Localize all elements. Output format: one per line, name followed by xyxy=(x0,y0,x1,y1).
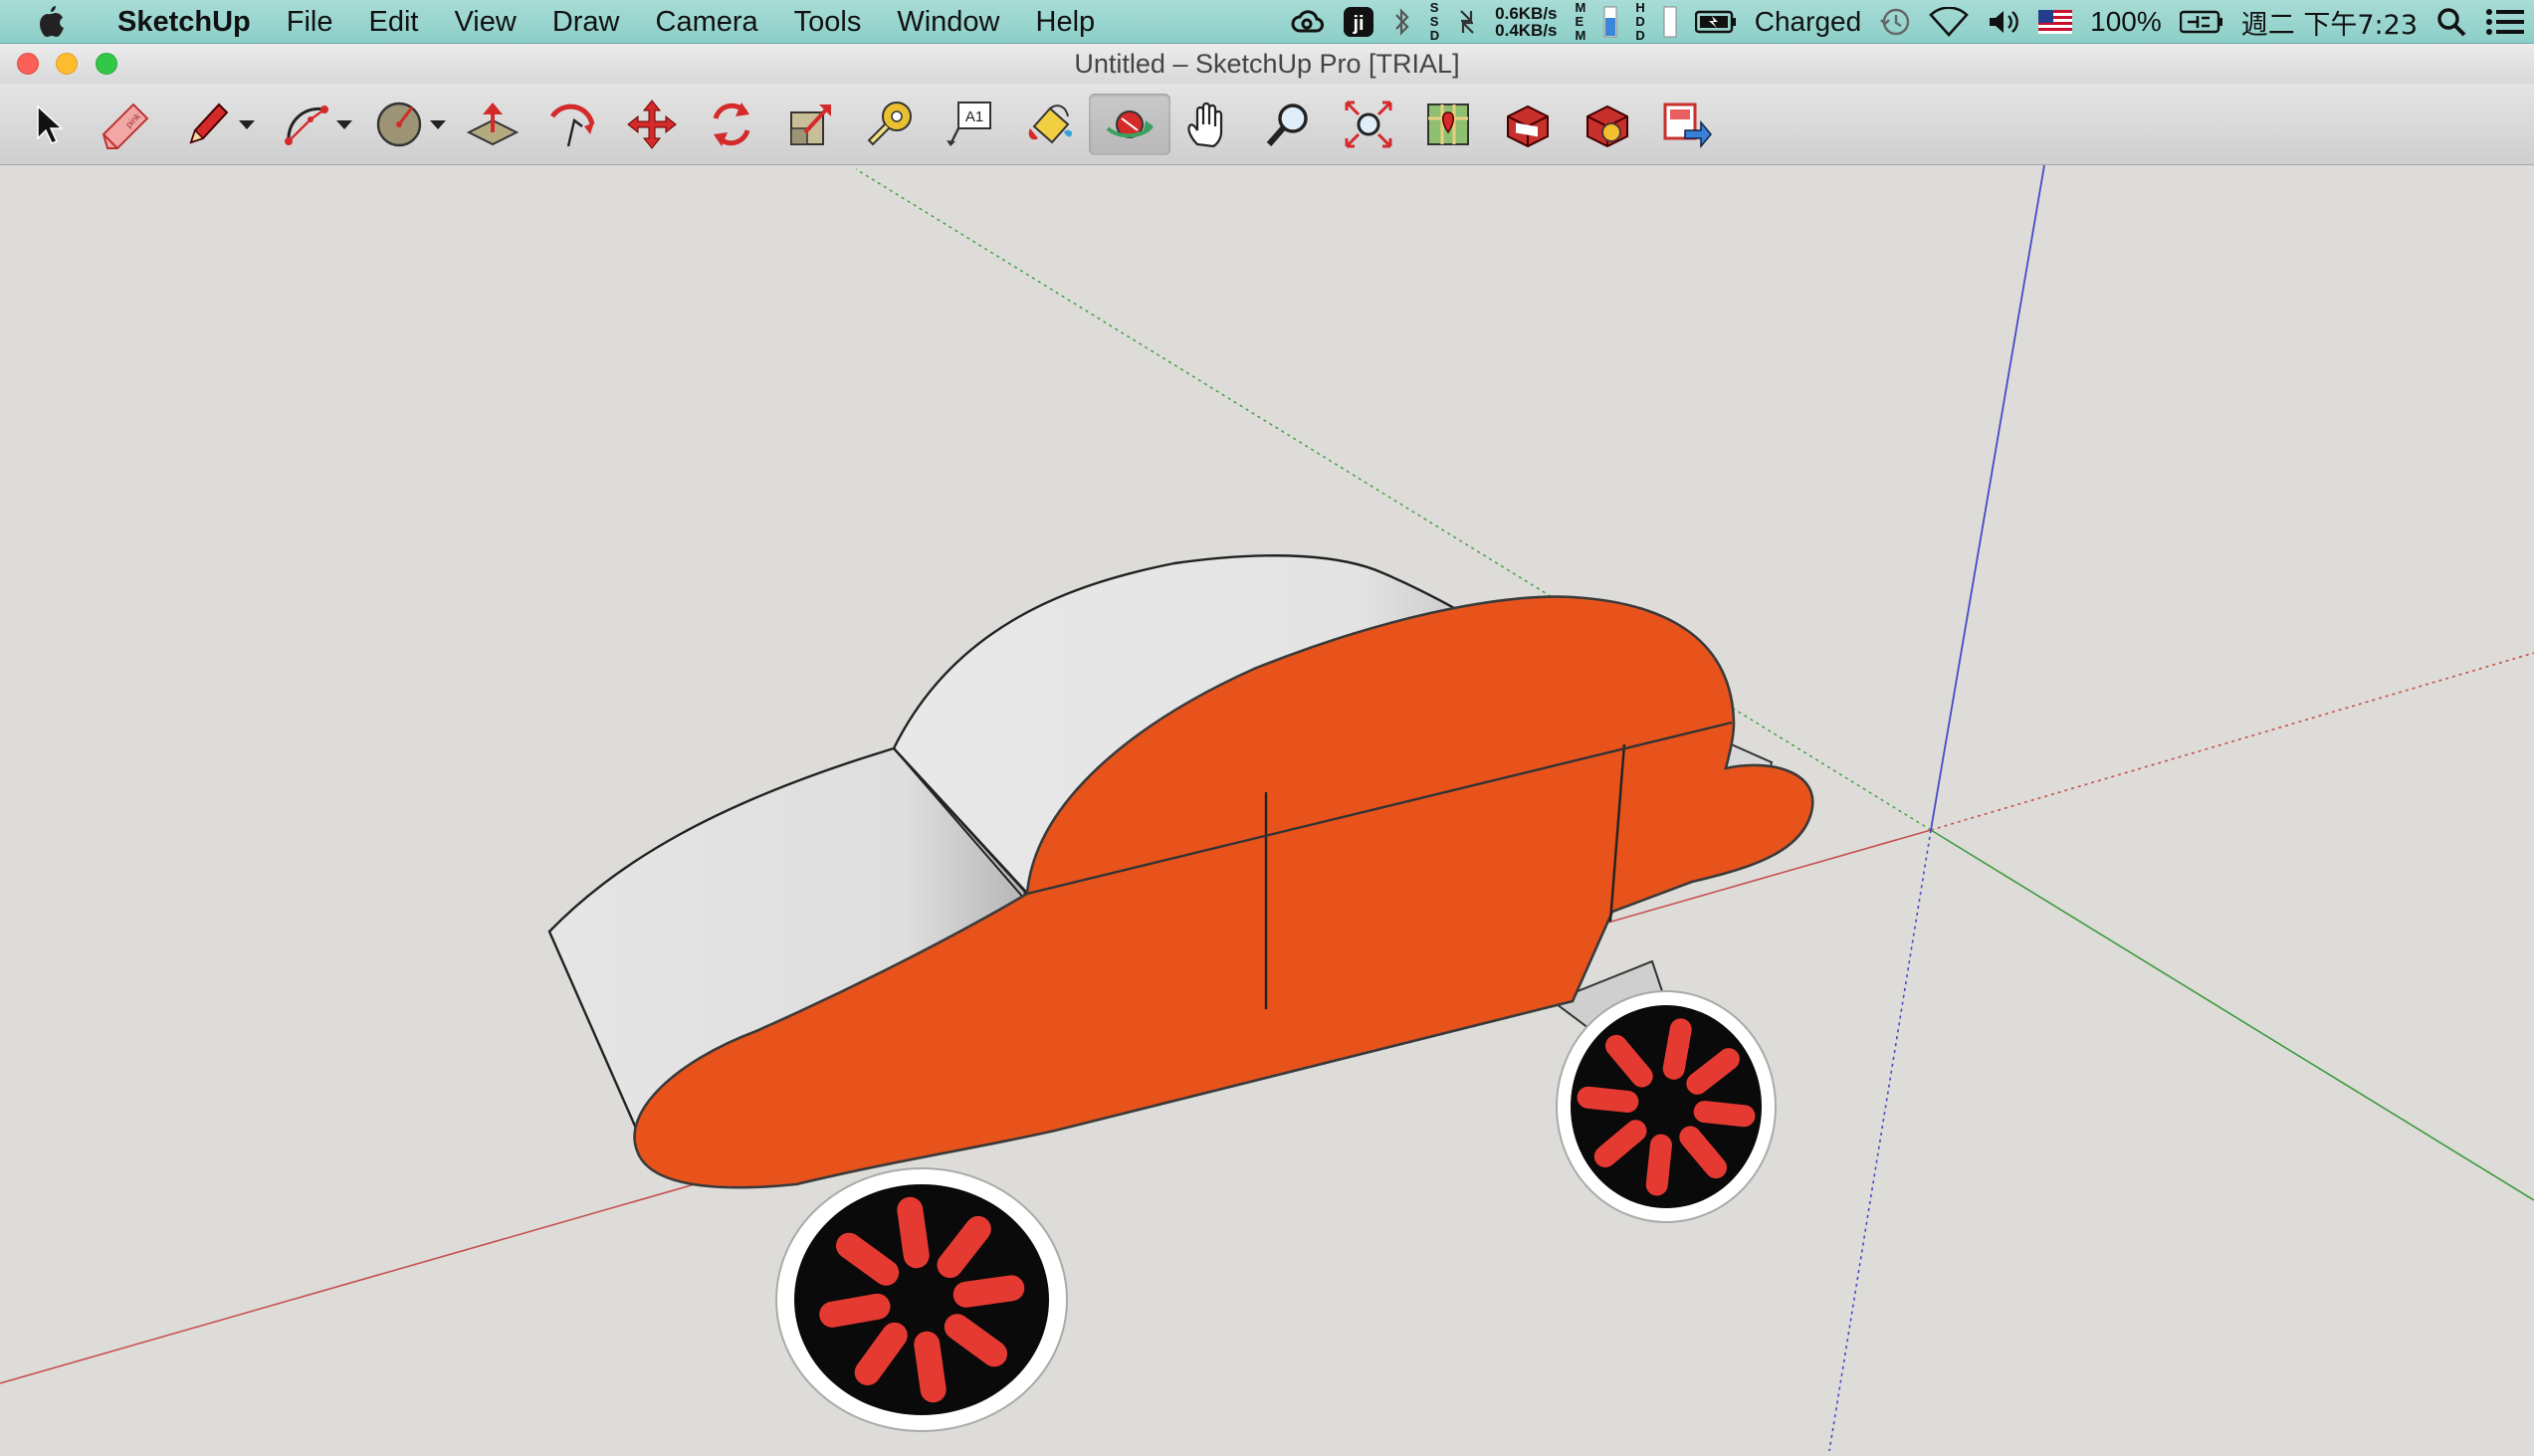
paint-bucket-tool[interactable] xyxy=(1019,94,1081,155)
window-title: Untitled – SketchUp Pro [TRIAL] xyxy=(1074,49,1460,79)
tape-measure-tool[interactable] xyxy=(860,94,922,155)
text-label-icon: A1 xyxy=(947,102,991,146)
select-tool[interactable] xyxy=(20,94,72,155)
rotate-icon xyxy=(713,103,750,146)
zoom-extents-tool[interactable] xyxy=(1338,94,1399,155)
orbit-tool[interactable] xyxy=(1089,94,1170,155)
text-tool-glyph: A1 xyxy=(965,108,983,125)
pan-tool[interactable] xyxy=(1178,94,1240,155)
blue-axis-dotted xyxy=(1828,829,1932,1452)
net-down-speed: 0.4KB/s xyxy=(1495,21,1558,40)
clock-text[interactable]: 週二 下午7:23 xyxy=(2232,0,2427,44)
extension-warehouse-tool[interactable] xyxy=(1577,94,1638,155)
follow-me-icon xyxy=(549,104,595,147)
shapes-tool-dropdown-icon[interactable] xyxy=(430,119,446,129)
menu-tools[interactable]: Tools xyxy=(776,0,880,44)
net-up-speed: 0.6KB/s xyxy=(1495,4,1558,23)
menu-edit[interactable]: Edit xyxy=(351,0,437,44)
scale-tool[interactable] xyxy=(780,94,842,155)
battery-status-text[interactable]: Charged xyxy=(1746,0,1870,44)
svg-text:ji: ji xyxy=(1352,13,1364,35)
eraser-icon: pink xyxy=(102,103,149,149)
send-to-layout-icon xyxy=(1663,103,1712,149)
send-to-layout-tool[interactable] xyxy=(1656,94,1718,155)
move-tool[interactable] xyxy=(621,94,683,155)
bluetooth-icon[interactable] xyxy=(1383,0,1421,44)
pencil-icon xyxy=(189,103,229,144)
add-location-tool[interactable] xyxy=(1417,94,1479,155)
menu-camera[interactable]: Camera xyxy=(638,0,776,44)
rotate-tool[interactable] xyxy=(701,94,762,155)
tape-measure-icon xyxy=(867,102,912,146)
move-arrows-icon xyxy=(627,100,677,149)
menu-help[interactable]: Help xyxy=(1018,0,1114,44)
blue-axis-solid xyxy=(1930,164,2045,831)
hdd-bar-icon xyxy=(1654,0,1686,44)
menu-draw[interactable]: Draw xyxy=(534,0,638,44)
push-pull-tool[interactable] xyxy=(462,94,524,155)
input-source-flag-icon[interactable] xyxy=(2029,0,2081,44)
select-arrow-icon xyxy=(37,104,64,144)
follow-me-tool[interactable] xyxy=(541,94,603,155)
apple-icon[interactable] xyxy=(0,0,100,44)
extension-warehouse-icon xyxy=(1586,104,1628,148)
large-tool-set-toolbar: pink A1 xyxy=(0,84,2534,165)
front-wheel xyxy=(775,1167,1068,1432)
zoom-extents-icon xyxy=(1345,101,1392,148)
spotlight-search-icon[interactable] xyxy=(2427,0,2476,44)
text-tool[interactable]: A1 xyxy=(940,94,1001,155)
line-tool-dropdown-icon[interactable] xyxy=(239,119,255,129)
menu-bar: SketchUp File Edit View Draw Camera Tool… xyxy=(0,0,2534,44)
3d-warehouse-tool[interactable] xyxy=(1497,94,1559,155)
creative-cloud-icon[interactable] xyxy=(1282,0,1334,44)
volume-icon[interactable] xyxy=(1978,0,2029,44)
zoom-tool[interactable] xyxy=(1258,94,1320,155)
magnifier-icon xyxy=(1266,104,1308,146)
red-axis-dotted xyxy=(1930,652,2534,831)
notification-center-icon[interactable] xyxy=(2476,0,2534,44)
window-title-bar: Untitled – SketchUp Pro [TRIAL] xyxy=(0,44,2534,84)
shapes-tool[interactable] xyxy=(370,94,450,155)
circle-shape-icon xyxy=(376,102,422,147)
eraser-tool[interactable]: pink xyxy=(96,94,155,155)
paint-bucket-icon xyxy=(1028,104,1072,144)
pan-hand-icon xyxy=(1187,102,1223,148)
push-pull-icon xyxy=(466,103,520,146)
line-tool[interactable] xyxy=(179,94,259,155)
battery-percent-text[interactable]: 100% xyxy=(2081,0,2171,44)
time-machine-icon[interactable] xyxy=(1870,0,1920,44)
arc-tool[interactable] xyxy=(277,94,356,155)
memory-bar-icon xyxy=(1594,0,1626,44)
wifi-icon[interactable] xyxy=(1920,0,1978,44)
map-location-icon xyxy=(1427,104,1469,145)
rear-wheel xyxy=(1556,990,1777,1223)
menu-view[interactable]: View xyxy=(436,0,533,44)
sync-arrows-icon[interactable] xyxy=(1448,0,1486,44)
menu-app-sketchup[interactable]: SketchUp xyxy=(100,0,269,44)
menu-file[interactable]: File xyxy=(269,0,351,44)
memory-monitor-icon[interactable]: MEM xyxy=(1567,0,1595,44)
battery-status-icon[interactable] xyxy=(1686,0,1746,44)
orbit-icon xyxy=(1106,110,1154,138)
green-axis-solid xyxy=(1930,829,2534,1201)
network-speed-readout[interactable]: 0.6KB/s 0.4KB/s xyxy=(1486,0,1566,44)
arc-tool-dropdown-icon[interactable] xyxy=(336,119,352,129)
3d-warehouse-icon xyxy=(1507,104,1549,148)
arc-icon xyxy=(285,105,328,145)
model-viewport[interactable] xyxy=(0,164,2534,1452)
scale-icon xyxy=(790,104,831,145)
status-area: ji SSD 0.6KB/s 0.4KB/s MEM HDD Charged 1… xyxy=(1282,0,2534,44)
hdd-monitor-icon[interactable]: HDD xyxy=(1626,0,1653,44)
battery-icon[interactable] xyxy=(2171,0,2232,44)
ssd-monitor-icon[interactable]: SSD xyxy=(1421,0,1448,44)
menu-window[interactable]: Window xyxy=(879,0,1017,44)
ji-app-icon[interactable]: ji xyxy=(1334,0,1383,44)
car-model[interactable] xyxy=(547,554,1814,1432)
